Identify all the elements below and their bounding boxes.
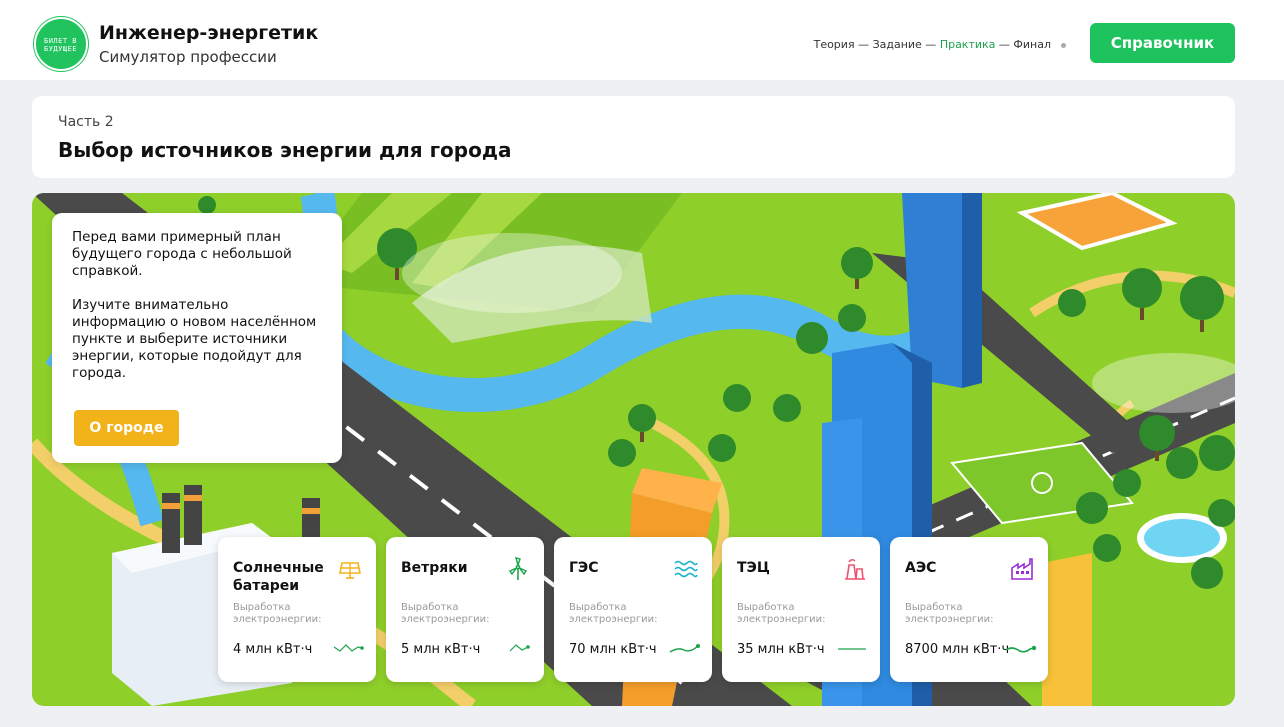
app-subtitle: Симулятор профессии [99,48,277,66]
sparkline-icon [838,648,866,650]
step-theory[interactable]: Теория [814,38,855,51]
source-card-solar[interactable]: Солнечные батареи Выработка электроэнерг… [218,537,376,682]
part-label: Часть 2 [58,114,114,130]
sparkline-icon [669,644,700,653]
reference-button[interactable]: Справочник [1090,23,1235,63]
logo[interactable]: БИЛЕТ В БУДУЩЕЕ [34,17,88,71]
source-name: Солнечные батареи [233,560,324,594]
info-paragraph-2: Изучите внимательно информацию о новом н… [72,297,317,381]
source-value: 4 млн кВт·ч [233,642,313,657]
sparkline-icon [333,644,364,652]
source-label: Выработка электроэнергии: [905,602,994,625]
source-value: 5 млн кВт·ч [401,642,481,657]
source-card-hydro[interactable]: ГЭС Выработка электроэнергии: 70 млн кВт… [554,537,712,682]
app-title: Инженер-энергетик [99,22,319,44]
source-name: ТЭЦ [737,560,770,576]
source-label: Выработка электроэнергии: [737,602,826,625]
step-final[interactable]: Финал [1013,38,1051,51]
water-waves-icon [674,560,698,578]
source-label: Выработка электроэнергии: [569,602,658,625]
source-name: Ветряки [401,560,468,576]
logo-text: БИЛЕТ В БУДУЩЕЕ [44,37,78,53]
source-name: АЭС [905,560,937,576]
source-value: 70 млн кВт·ч [569,642,657,657]
source-card-nuclear[interactable]: АЭС Выработка электроэнергии: 8700 млн к… [890,537,1048,682]
about-city-button[interactable]: О городе [74,410,179,446]
info-paragraph-1: Перед вами примерный план будущего город… [72,229,292,279]
step-practice[interactable]: Практика [940,38,996,51]
factory-icon [1011,558,1033,580]
solar-panel-icon [339,562,361,579]
source-value: 8700 млн кВт·ч [905,642,1010,657]
source-name: ГЭС [569,560,599,576]
source-label: Выработка электроэнергии: [233,602,322,625]
source-card-chp[interactable]: ТЭЦ Выработка электроэнергии: 35 млн кВт… [722,537,880,682]
sparkline-icon [1005,645,1037,653]
source-value: 35 млн кВт·ч [737,642,825,657]
power-plant-icon [845,559,865,580]
sparkline-icon [509,644,530,652]
source-label: Выработка электроэнергии: [401,602,490,625]
info-card: Перед вами примерный план будущего город… [52,213,342,463]
page-title: Выбор источников энергии для города [58,138,512,162]
wind-turbine-icon [508,557,528,580]
header: БИЛЕТ В БУДУЩЕЕ Инженер-энергетик Симуля… [0,0,1284,80]
step-task[interactable]: Задание [873,38,922,51]
source-card-wind[interactable]: Ветряки Выработка электроэнергии: 5 млн … [386,537,544,682]
progress-steps: Теория — Задание — Практика — Финал [814,38,1066,51]
progress-dot-icon [1061,42,1066,48]
section-title-card: Часть 2 Выбор источников энергии для гор… [32,96,1235,178]
